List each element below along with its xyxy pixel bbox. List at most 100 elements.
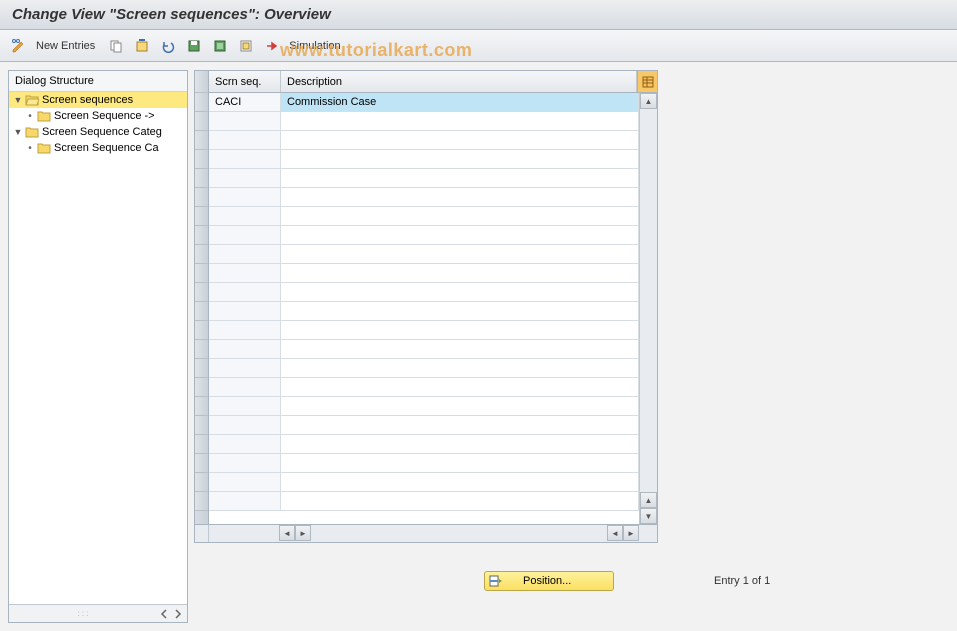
cell-scrn-seq[interactable]: CACI xyxy=(209,93,281,111)
scroll-down-button[interactable]: ▼ xyxy=(640,508,657,524)
cell-description[interactable] xyxy=(281,359,639,377)
table-row-empty[interactable] xyxy=(209,188,639,207)
cell-scrn-seq[interactable] xyxy=(209,454,281,472)
table-row-empty[interactable] xyxy=(209,245,639,264)
position-button[interactable]: Position... xyxy=(484,571,614,591)
cell-scrn-seq[interactable] xyxy=(209,416,281,434)
drag-handle[interactable]: ::: xyxy=(11,609,157,618)
table-row-empty[interactable] xyxy=(209,340,639,359)
table-row-empty[interactable] xyxy=(209,207,639,226)
cell-scrn-seq[interactable] xyxy=(209,188,281,206)
table-row-empty[interactable] xyxy=(209,454,639,473)
row-selector[interactable] xyxy=(195,435,208,454)
row-selector[interactable] xyxy=(195,492,208,511)
table-row-empty[interactable] xyxy=(209,378,639,397)
cell-scrn-seq[interactable] xyxy=(209,492,281,510)
cell-description[interactable] xyxy=(281,131,639,149)
cell-scrn-seq[interactable] xyxy=(209,473,281,491)
cell-description[interactable] xyxy=(281,264,639,282)
row-selector[interactable] xyxy=(195,321,208,340)
scroll-track[interactable] xyxy=(640,109,657,492)
cell-description[interactable] xyxy=(281,169,639,187)
deselect-all-button[interactable] xyxy=(235,35,257,57)
cell-scrn-seq[interactable] xyxy=(209,169,281,187)
scroll-up-button-2[interactable]: ▲ xyxy=(640,492,657,508)
table-row-empty[interactable] xyxy=(209,112,639,131)
cell-scrn-seq[interactable] xyxy=(209,283,281,301)
row-selector[interactable] xyxy=(195,340,208,359)
cell-scrn-seq[interactable] xyxy=(209,359,281,377)
row-selector[interactable] xyxy=(195,226,208,245)
row-selector[interactable] xyxy=(195,302,208,321)
column-header-description[interactable]: Description xyxy=(281,71,637,92)
collapse-icon[interactable]: ▼ xyxy=(13,95,23,105)
cell-description[interactable] xyxy=(281,321,639,339)
table-row-empty[interactable] xyxy=(209,283,639,302)
scroll-left-button-2[interactable]: ◄ xyxy=(607,525,623,541)
cell-description[interactable] xyxy=(281,283,639,301)
cell-scrn-seq[interactable] xyxy=(209,264,281,282)
column-header-scrn-seq[interactable]: Scrn seq. xyxy=(209,71,281,92)
row-selector[interactable] xyxy=(195,416,208,435)
cell-description[interactable] xyxy=(281,397,639,415)
cell-scrn-seq[interactable] xyxy=(209,435,281,453)
row-selector[interactable] xyxy=(195,112,208,131)
row-selector[interactable] xyxy=(195,454,208,473)
cell-description[interactable] xyxy=(281,245,639,263)
cell-description[interactable] xyxy=(281,226,639,244)
cell-description[interactable] xyxy=(281,207,639,225)
table-row[interactable]: CACICommission Case xyxy=(209,93,639,112)
row-selector[interactable] xyxy=(195,131,208,150)
row-selector[interactable] xyxy=(195,93,208,112)
tree-item-screen-sequence-arrow[interactable]: • Screen Sequence -> xyxy=(9,108,187,124)
scroll-up-button[interactable]: ▲ xyxy=(640,93,657,109)
cell-description[interactable] xyxy=(281,473,639,491)
cell-scrn-seq[interactable] xyxy=(209,112,281,130)
cell-description[interactable] xyxy=(281,340,639,358)
horizontal-scrollbar[interactable]: ◄ ► ◄ ► xyxy=(194,525,658,543)
simulation-button[interactable]: Simulation xyxy=(287,40,346,52)
cell-scrn-seq[interactable] xyxy=(209,397,281,415)
cell-scrn-seq[interactable] xyxy=(209,378,281,396)
cell-scrn-seq[interactable] xyxy=(209,245,281,263)
scroll-right-button[interactable]: ► xyxy=(295,525,311,541)
copy-button[interactable] xyxy=(105,35,127,57)
table-row-empty[interactable] xyxy=(209,302,639,321)
scroll-right-button-2[interactable]: ► xyxy=(623,525,639,541)
row-selector[interactable] xyxy=(195,378,208,397)
table-row-empty[interactable] xyxy=(209,416,639,435)
row-selector[interactable] xyxy=(195,397,208,416)
table-row-empty[interactable] xyxy=(209,492,639,511)
scroll-left-icon[interactable] xyxy=(157,607,171,621)
select-all-button[interactable] xyxy=(209,35,231,57)
cell-scrn-seq[interactable] xyxy=(209,150,281,168)
save-button[interactable] xyxy=(183,35,205,57)
table-row-empty[interactable] xyxy=(209,131,639,150)
cell-description[interactable] xyxy=(281,435,639,453)
scroll-right-icon[interactable] xyxy=(171,607,185,621)
table-settings-button[interactable] xyxy=(637,71,657,92)
tree-item-screen-sequence-ca[interactable]: • Screen Sequence Ca xyxy=(9,140,187,156)
row-selector[interactable] xyxy=(195,473,208,492)
row-selector[interactable] xyxy=(195,188,208,207)
tree-item-screen-sequence-categ[interactable]: ▼ Screen Sequence Categ xyxy=(9,124,187,140)
cell-scrn-seq[interactable] xyxy=(209,207,281,225)
table-row-empty[interactable] xyxy=(209,150,639,169)
cell-scrn-seq[interactable] xyxy=(209,226,281,244)
vertical-scrollbar[interactable]: ▲ ▲ ▼ xyxy=(639,93,657,524)
row-selector[interactable] xyxy=(195,169,208,188)
table-row-empty[interactable] xyxy=(209,264,639,283)
cell-description[interactable] xyxy=(281,150,639,168)
toggle-edit-button[interactable] xyxy=(8,35,30,57)
cell-description[interactable] xyxy=(281,454,639,472)
tree-item-screen-sequences[interactable]: ▼ Screen sequences xyxy=(9,92,187,108)
new-entries-button[interactable]: New Entries xyxy=(34,40,101,52)
cell-scrn-seq[interactable] xyxy=(209,321,281,339)
cell-description[interactable] xyxy=(281,188,639,206)
table-row-empty[interactable] xyxy=(209,226,639,245)
cell-description[interactable] xyxy=(281,492,639,510)
delete-button[interactable] xyxy=(131,35,153,57)
execute-button[interactable] xyxy=(261,35,283,57)
cell-scrn-seq[interactable] xyxy=(209,340,281,358)
row-selector[interactable] xyxy=(195,150,208,169)
